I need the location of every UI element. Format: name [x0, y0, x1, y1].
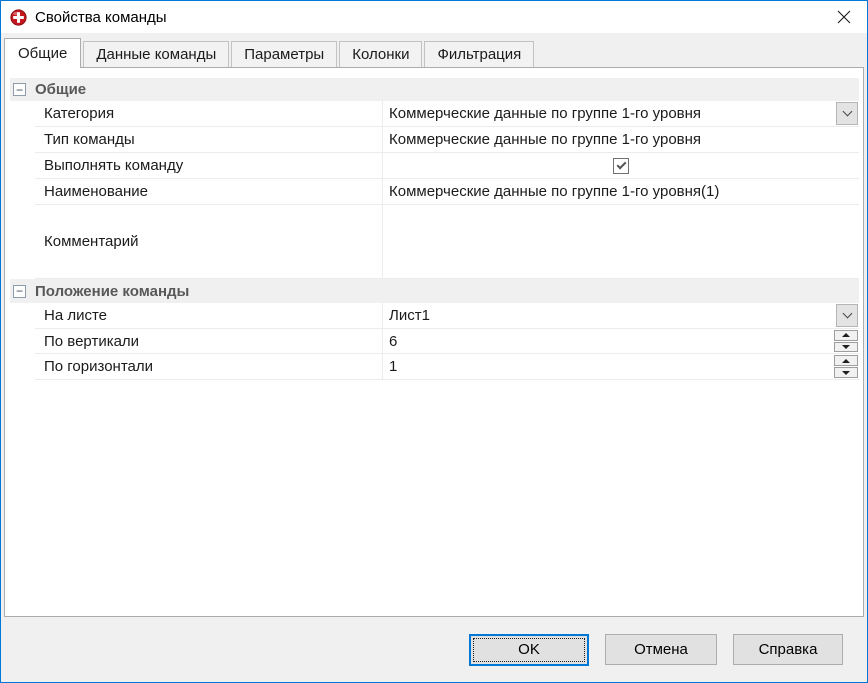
tab-columns[interactable]: Колонки	[339, 41, 422, 67]
command-type-value: Коммерческие данные по группе 1-го уровн…	[389, 131, 701, 148]
spinner-up-button[interactable]	[834, 330, 858, 341]
row-sheet: На листе Лист1	[10, 303, 859, 329]
chevron-down-icon	[842, 309, 852, 319]
row-label: По горизонтали	[35, 354, 382, 380]
row-label: Выполнять команду	[35, 153, 382, 179]
category-dropdown-button[interactable]	[836, 102, 858, 125]
row-category: Категория Коммерческие данные по группе …	[10, 101, 859, 127]
chevron-down-icon	[842, 107, 852, 117]
spinner-down-button[interactable]	[834, 367, 858, 378]
tab-strip: Общие Данные команды Параметры Колонки Ф…	[1, 33, 867, 67]
row-label: На листе	[35, 303, 382, 329]
vertical-spinner	[834, 330, 858, 352]
section-header-position[interactable]: − Положение команды	[10, 279, 859, 303]
collapse-icon[interactable]: −	[13, 83, 26, 96]
category-value: Коммерческие данные по группе 1-го уровн…	[389, 105, 701, 122]
row-execute-command: Выполнять команду	[10, 153, 859, 179]
row-comment: Комментарий	[10, 205, 859, 279]
execute-command-checkbox[interactable]	[613, 158, 629, 174]
close-icon	[837, 10, 851, 24]
command-type-value-cell[interactable]: Коммерческие данные по группе 1-го уровн…	[382, 127, 859, 153]
check-icon	[616, 159, 626, 169]
section-title: Общие	[35, 81, 86, 98]
spinner-up-icon	[842, 333, 850, 337]
section-title: Положение команды	[35, 283, 189, 300]
tab-page-general: − Общие Категория Коммерческие данные по…	[4, 67, 864, 617]
sheet-dropdown-button[interactable]	[836, 304, 858, 327]
execute-command-value-cell	[382, 153, 859, 179]
tab-general[interactable]: Общие	[4, 38, 81, 68]
section-header-general[interactable]: − Общие	[10, 78, 859, 101]
name-value-cell[interactable]: Коммерческие данные по группе 1-го уровн…	[382, 179, 859, 205]
ok-button[interactable]: OK	[469, 634, 589, 666]
row-label: Категория	[35, 101, 382, 127]
row-label: Наименование	[35, 179, 382, 205]
sheet-value: Лист1	[389, 307, 430, 324]
spinner-down-icon	[842, 371, 850, 375]
name-value: Коммерческие данные по группе 1-го уровн…	[389, 183, 719, 200]
horizontal-value-cell[interactable]: 1	[382, 354, 859, 380]
tab-command-data[interactable]: Данные команды	[83, 41, 229, 67]
comment-value-cell[interactable]	[382, 205, 859, 279]
tab-filtering[interactable]: Фильтрация	[424, 41, 534, 67]
category-value-cell[interactable]: Коммерческие данные по группе 1-го уровн…	[382, 101, 859, 127]
row-label: Комментарий	[35, 205, 382, 279]
spinner-up-icon	[842, 359, 850, 363]
close-button[interactable]	[821, 1, 867, 33]
row-label: Тип команды	[35, 127, 382, 153]
row-command-type: Тип команды Коммерческие данные по групп…	[10, 127, 859, 153]
horizontal-value: 1	[389, 358, 397, 375]
cancel-button[interactable]: Отмена	[605, 634, 717, 665]
app-icon[interactable]	[10, 9, 27, 26]
titlebar[interactable]: Свойства команды	[1, 1, 867, 33]
row-label: По вертикали	[35, 329, 382, 354]
property-grid: − Общие Категория Коммерческие данные по…	[10, 78, 859, 380]
collapse-icon[interactable]: −	[13, 285, 26, 298]
properties-dialog: Свойства команды Общие Данные команды Па…	[0, 0, 868, 683]
spinner-down-icon	[842, 345, 850, 349]
spinner-down-button[interactable]	[834, 342, 858, 353]
sheet-value-cell[interactable]: Лист1	[382, 303, 859, 329]
window-title: Свойства команды	[35, 9, 167, 26]
spinner-up-button[interactable]	[834, 355, 858, 366]
row-vertical: По вертикали 6	[10, 329, 859, 354]
vertical-value: 6	[389, 333, 397, 350]
dialog-footer: OK Отмена Справка	[1, 617, 867, 682]
horizontal-spinner	[834, 355, 858, 378]
row-name: Наименование Коммерческие данные по груп…	[10, 179, 859, 205]
tab-parameters[interactable]: Параметры	[231, 41, 337, 67]
vertical-value-cell[interactable]: 6	[382, 329, 859, 354]
row-horizontal: По горизонтали 1	[10, 354, 859, 380]
help-button[interactable]: Справка	[733, 634, 843, 665]
